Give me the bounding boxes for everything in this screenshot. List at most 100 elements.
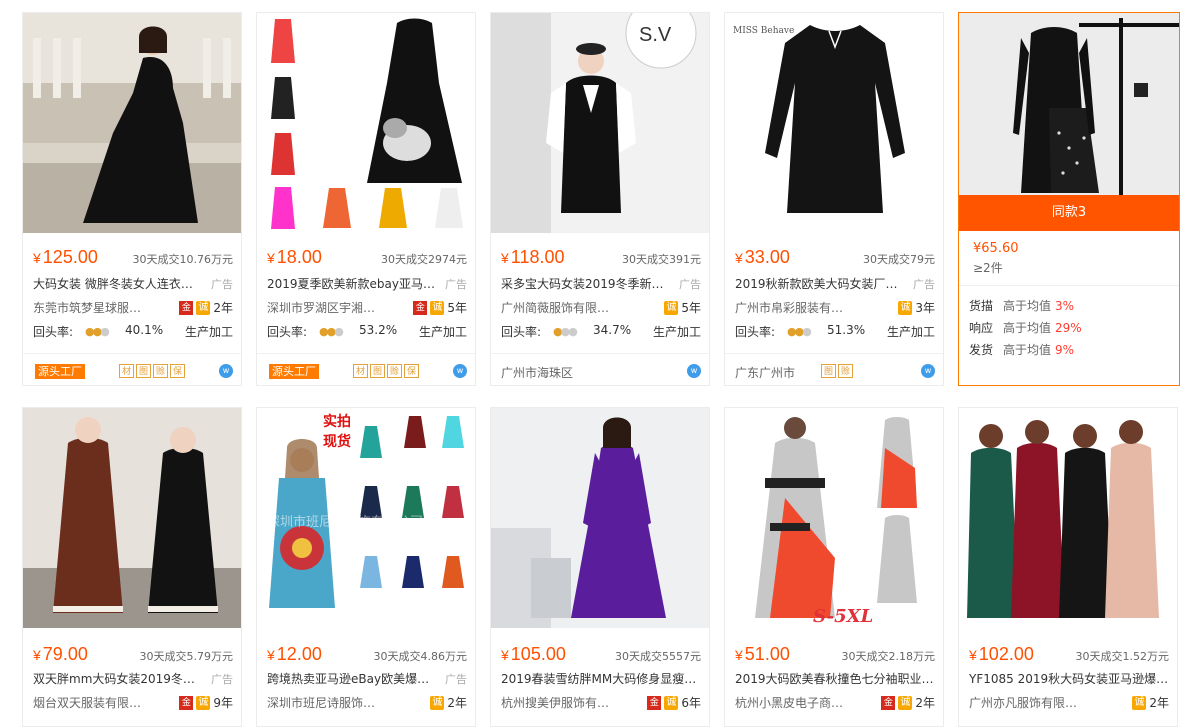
product-image[interactable]: MISS Behave: [725, 13, 943, 233]
wangwang-chat-icon[interactable]: w: [687, 364, 701, 378]
sales-volume: 30天成交2.18万元: [841, 650, 936, 663]
sales-volume: 30天成交391元: [622, 253, 701, 266]
product-card[interactable]: ¥79.00 30天成交5.79万元 双天胖mm大码女装2019冬… 广告 烟台双天…: [22, 407, 242, 727]
product-card[interactable]: ¥125.00 30天成交10.76万元 大码女装 微胖冬装女人连衣… 广告 东莞市…: [22, 12, 242, 386]
gold-supplier-icon: 金: [179, 695, 194, 710]
rating-shipping: 发货 高于均值 9%: [969, 343, 1075, 357]
return-rate-label: 回头率:: [267, 325, 308, 339]
service-badges: 材图赊保: [119, 364, 185, 378]
shop-location: 广州市海珠区: [501, 366, 574, 380]
price: ¥79.00: [33, 644, 88, 664]
popup-price: ¥65.60: [973, 241, 1019, 256]
product-card[interactable]: 实拍 现货 深圳市班尼诗服饰有限公司 ¥12.00 30天成交4.86万元 跨境热…: [256, 407, 476, 727]
sales-volume: 30天成交79元: [863, 253, 935, 266]
ad-label: 广告: [913, 278, 935, 291]
wangwang-chat-icon[interactable]: w: [453, 364, 467, 378]
business-mode: 生产加工: [418, 325, 467, 339]
product-image[interactable]: [257, 13, 475, 233]
product-image[interactable]: S.V: [491, 13, 709, 233]
product-image[interactable]: [23, 408, 241, 628]
product-card[interactable]: ¥18.00 30天成交2974元 2019夏季欧美新款ebay亚马… 广告 深圳市…: [256, 12, 476, 386]
cheng-icon: 诚: [664, 695, 679, 710]
cheng-icon: 诚: [430, 300, 445, 315]
product-title[interactable]: 跨境热卖亚马逊eBay欧美爆…: [267, 670, 437, 687]
cheng-icon: 诚: [430, 695, 445, 710]
shop-name[interactable]: 深圳市罗湖区宇湘…: [267, 299, 397, 316]
ad-label: 广告: [445, 673, 467, 686]
return-rate-icon: ●●●: [319, 325, 344, 338]
price: ¥118.00: [501, 247, 565, 267]
shop-name[interactable]: 广州简薇服饰有限…: [501, 299, 631, 316]
product-title[interactable]: 2019春装雪纺胖MM大码修身显瘦长…: [501, 670, 701, 687]
product-image[interactable]: S-5XL: [725, 408, 943, 628]
return-rate: 51.3%: [827, 323, 866, 337]
wangwang-chat-icon[interactable]: w: [219, 364, 233, 378]
product-title[interactable]: 2019大码欧美春秋撞色七分袖职业…: [735, 670, 935, 687]
size-range-text: S-5XL: [813, 606, 873, 627]
return-rate: 53.2%: [359, 323, 398, 337]
promo-tag-1: 实拍: [323, 413, 351, 430]
member-years: 2年: [447, 696, 467, 710]
shop-name[interactable]: 杭州搜美伊服饰有…: [501, 694, 631, 711]
promo-tag-2: 现货: [323, 433, 351, 450]
product-title[interactable]: 2019夏季欧美新款ebay亚马…: [267, 275, 437, 292]
gold-supplier-icon: 金: [881, 695, 896, 710]
product-title[interactable]: 2019秋新款欧美大码女装厂…: [735, 275, 905, 292]
cheng-icon: 诚: [664, 300, 679, 315]
image-watermark: 深圳市班尼诗服饰有限公司: [267, 514, 423, 530]
member-years: 3年: [915, 301, 935, 315]
product-title[interactable]: 大码女装 微胖冬装女人连衣…: [33, 275, 203, 292]
return-rate-icon: ●●●: [85, 325, 110, 338]
product-image[interactable]: [23, 13, 241, 233]
ad-label: 广告: [679, 278, 701, 291]
wangwang-chat-icon[interactable]: w: [921, 364, 935, 378]
return-rate: 34.7%: [593, 323, 632, 337]
shop-name[interactable]: 深圳市班尼诗服饰…: [267, 694, 397, 711]
shop-name[interactable]: 广州亦凡服饰有限…: [969, 694, 1099, 711]
product-card[interactable]: ¥105.00 30天成交5557元 2019春装雪纺胖MM大码修身显瘦长… 杭州…: [490, 407, 710, 727]
member-years: 6年: [681, 696, 701, 710]
shop-name[interactable]: 广州市帛彩服装有…: [735, 299, 865, 316]
return-rate-label: 回头率:: [735, 325, 776, 339]
sales-volume: 30天成交5557元: [615, 650, 701, 663]
sales-volume: 30天成交2974元: [381, 253, 467, 266]
gold-supplier-icon: 金: [179, 300, 194, 315]
product-card[interactable]: ¥102.00 30天成交1.52万元 YF1085 2019秋大码女装亚马逊爆款…: [958, 407, 1178, 727]
shop-location: 广东广州市: [735, 366, 796, 380]
product-image[interactable]: [959, 13, 1179, 195]
return-rate-icon: ●●●: [553, 325, 578, 338]
rating-description: 货描 高于均值 3%: [969, 299, 1075, 313]
sales-volume: 30天成交4.86万元: [373, 650, 468, 663]
factory-badge[interactable]: 源头工厂: [269, 364, 319, 379]
product-image[interactable]: [959, 408, 1177, 628]
business-mode: 生产加工: [652, 325, 701, 339]
member-years: 9年: [213, 696, 233, 710]
product-image[interactable]: [491, 408, 709, 628]
product-image[interactable]: 实拍 现货 深圳市班尼诗服饰有限公司: [257, 408, 475, 628]
product-card[interactable]: MISS Behave ¥33.00 30天成交79元 2019秋新款欧美大码女装…: [724, 12, 944, 386]
same-style-popup[interactable]: 同款3 ¥65.60 ≥2件 货描 高于均值 3% 响应 高于均值 29% 发货 高于均值…: [958, 12, 1180, 386]
business-mode: 生产加工: [886, 325, 935, 339]
price: ¥33.00: [735, 247, 790, 267]
product-title[interactable]: YF1085 2019秋大码女装亚马逊爆款…: [969, 670, 1169, 687]
cheng-icon: 诚: [196, 300, 211, 315]
product-title[interactable]: 采多宝大码女装2019冬季新…: [501, 275, 671, 292]
shop-name[interactable]: 东莞市筑梦星球服…: [33, 299, 163, 316]
shop-name[interactable]: 烟台双天服装有限…: [33, 694, 163, 711]
service-badges: 图赊: [821, 364, 853, 378]
cheng-icon: 诚: [898, 695, 913, 710]
shop-name[interactable]: 杭州小黑皮电子商…: [735, 694, 865, 711]
factory-badge[interactable]: 源头工厂: [35, 364, 85, 379]
product-title[interactable]: 双天胖mm大码女装2019冬…: [33, 670, 203, 687]
gold-supplier-icon: 金: [413, 300, 428, 315]
price: ¥125.00: [33, 247, 98, 267]
ad-label: 广告: [211, 278, 233, 291]
price: ¥102.00: [969, 644, 1034, 664]
min-order-qty: ≥2件: [973, 261, 1003, 275]
product-card[interactable]: S.V ¥118.00 30天成交391元 采多宝大码女装2019冬季新… 广告 广…: [490, 12, 710, 386]
product-card[interactable]: S-5XL ¥51.00 30天成交2.18万元 2019大码欧美春秋撞色七分袖职…: [724, 407, 944, 727]
same-style-button[interactable]: 同款3: [959, 195, 1179, 231]
price: ¥51.00: [735, 644, 790, 664]
member-years: 2年: [213, 301, 233, 315]
sales-volume: 30天成交5.79万元: [139, 650, 234, 663]
